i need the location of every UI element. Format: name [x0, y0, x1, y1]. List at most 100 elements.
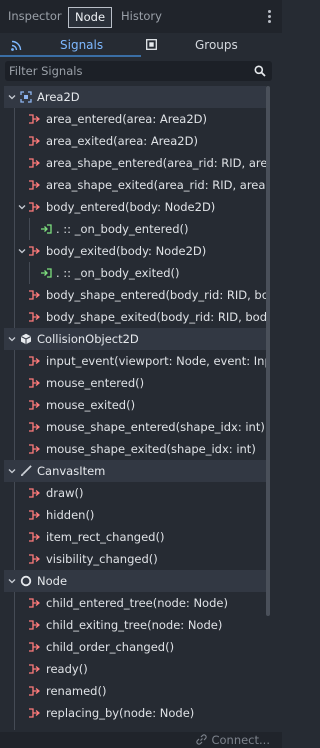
signal-icon [29, 488, 40, 498]
groups-icon [146, 39, 157, 50]
signal-row[interactable]: area_entered(area: Area2D) [4, 108, 266, 130]
signal-icon [29, 202, 40, 212]
filter-placeholder: Filter Signals [9, 64, 83, 78]
signal-row[interactable]: renamed() [4, 680, 266, 702]
signal-label: mouse_exited() [46, 398, 136, 412]
signal-label: area_shape_entered(area_rid: RID, area:.… [46, 156, 266, 170]
signal-row[interactable]: area_shape_entered(area_rid: RID, area:.… [4, 152, 266, 174]
signal-icon [29, 510, 40, 520]
signal-icon [29, 686, 40, 696]
signal-label: body_shape_entered(body_rid: RID, bod... [46, 288, 266, 302]
signal-icon [29, 444, 40, 454]
connection-row[interactable]: . :: _on_body_exited() [4, 262, 266, 284]
signal-icon [29, 136, 40, 146]
signal-label: replacing_by(node: Node) [46, 706, 195, 720]
signal-label: ready() [46, 662, 88, 676]
signal-label: item_rect_changed() [46, 530, 165, 544]
signal-icon [29, 378, 40, 388]
chevron-down-icon[interactable] [8, 467, 16, 475]
class-header-collisionobject2d[interactable]: CollisionObject2D [4, 328, 266, 350]
signal-row[interactable]: child_order_changed() [4, 636, 266, 658]
signal-label: area_exited(area: Area2D) [46, 134, 198, 148]
signal-row[interactable]: body_shape_exited(body_rid: RID, body:..… [4, 306, 266, 328]
groups-tab[interactable]: Groups [195, 38, 238, 53]
signal-row[interactable]: replacing_by(node: Node) [4, 702, 266, 724]
tree-scrollbar[interactable] [266, 86, 270, 616]
signal-label: body_exited(body: Node2D) [46, 244, 207, 258]
slot-icon [41, 268, 52, 278]
signal-icon [29, 422, 40, 432]
signal-icon [29, 532, 40, 542]
signal-row[interactable]: visibility_changed() [4, 548, 266, 570]
tab-history[interactable]: History [121, 7, 162, 28]
connection-label: . :: _on_body_exited() [56, 266, 180, 280]
more-options-icon[interactable] [268, 10, 272, 24]
signals-tree: Area2D area_entered(area: Area2D) area_e… [4, 86, 276, 730]
class-label-collisionobject2d: CollisionObject2D [37, 332, 139, 346]
signal-row[interactable]: mouse_exited() [4, 394, 266, 416]
node-circle-icon [20, 575, 32, 587]
class-label-area2d: Area2D [37, 90, 80, 104]
signal-label: hidden() [46, 508, 95, 522]
chevron-down-icon[interactable] [8, 577, 16, 585]
tab-inspector[interactable]: Inspector [8, 7, 62, 28]
signal-row[interactable]: ready() [4, 658, 266, 680]
signal-icon [29, 642, 40, 652]
pencil-icon [21, 465, 32, 476]
chevron-down-icon[interactable] [8, 93, 16, 101]
signal-label: mouse_entered() [46, 376, 145, 390]
signal-label: area_shape_exited(area_rid: RID, area: .… [46, 178, 266, 192]
signal-row[interactable]: mouse_entered() [4, 372, 266, 394]
signal-row[interactable]: mouse_shape_exited(shape_idx: int) [4, 438, 266, 460]
tab-node[interactable]: Node [68, 7, 113, 28]
active-subtab-indicator [0, 55, 141, 57]
filter-signals-input[interactable]: Filter Signals [5, 61, 272, 81]
signal-label: mouse_shape_entered(shape_idx: int) [46, 420, 265, 434]
signal-label: input_event(viewport: Node, event: Inp..… [46, 354, 266, 368]
signal-row[interactable]: area_exited(area: Area2D) [4, 130, 266, 152]
signal-icon [29, 554, 40, 564]
chevron-down-icon[interactable] [18, 203, 26, 211]
signal-icon [29, 356, 40, 366]
signal-label: child_entered_tree(node: Node) [46, 596, 228, 610]
signal-icon [29, 664, 40, 674]
bottom-action-bar: Connect... [0, 732, 282, 748]
signal-icon [29, 158, 40, 168]
dock-tab-bar: Inspector Node History [0, 0, 282, 33]
link-icon [196, 734, 207, 745]
signal-row[interactable]: item_rect_changed() [4, 526, 266, 548]
class-header-canvasitem[interactable]: CanvasItem [4, 460, 266, 482]
chevron-down-icon[interactable] [8, 335, 16, 343]
signal-row[interactable]: input_event(viewport: Node, event: Inp..… [4, 350, 266, 372]
signal-label: visibility_changed() [46, 552, 158, 566]
area2d-icon [20, 91, 32, 103]
signal-icon [29, 620, 40, 630]
connect-button[interactable]: Connect... [211, 733, 270, 747]
signal-icon [29, 598, 40, 608]
connection-label: . :: _on_body_entered() [56, 222, 189, 236]
signal-row[interactable]: body_shape_entered(body_rid: RID, bod... [4, 284, 266, 306]
signal-row[interactable]: mouse_shape_entered(shape_idx: int) [4, 416, 266, 438]
slot-icon [41, 224, 52, 234]
chevron-down-icon[interactable] [18, 247, 26, 255]
signal-icon [29, 400, 40, 410]
signal-row[interactable]: area_shape_exited(area_rid: RID, area: .… [4, 174, 266, 196]
signal-icon [29, 246, 40, 256]
signal-label: body_shape_exited(body_rid: RID, body:..… [46, 310, 266, 324]
signal-row[interactable]: draw() [4, 482, 266, 504]
signal-icon [29, 180, 40, 190]
class-header-area2d[interactable]: Area2D [4, 86, 266, 108]
connection-row[interactable]: . :: _on_body_entered() [4, 218, 266, 240]
signals-tab[interactable]: Signals [60, 38, 103, 53]
signal-label: renamed() [46, 684, 107, 698]
class-header-node[interactable]: Node [4, 570, 266, 592]
search-icon [254, 65, 266, 77]
signal-label: draw() [46, 486, 84, 500]
signal-row-connected[interactable]: body_exited(body: Node2D) [4, 240, 266, 262]
signal-row-connected[interactable]: body_entered(body: Node2D) [4, 196, 266, 218]
collision-object-icon [21, 333, 31, 345]
signal-row[interactable]: child_exiting_tree(node: Node) [4, 614, 266, 636]
signal-label: child_exiting_tree(node: Node) [46, 618, 223, 632]
signal-row[interactable]: child_entered_tree(node: Node) [4, 592, 266, 614]
signal-row[interactable]: hidden() [4, 504, 266, 526]
